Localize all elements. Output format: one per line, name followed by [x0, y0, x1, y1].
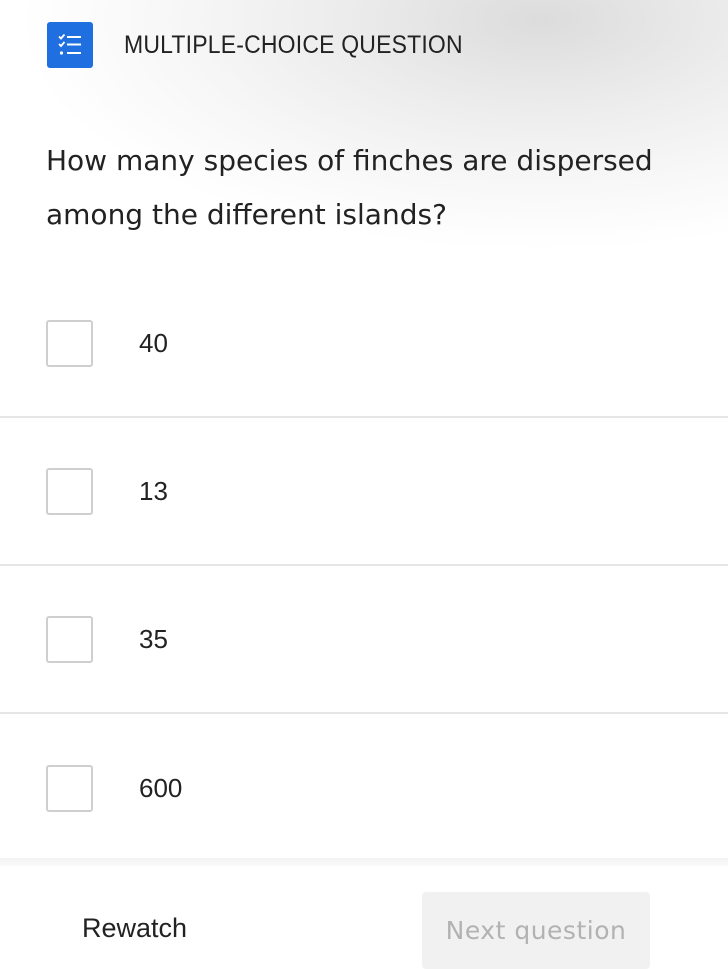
answer-label: 35 — [139, 623, 168, 654]
answer-checkbox[interactable] — [46, 615, 93, 663]
answer-option[interactable]: 35 — [0, 566, 728, 714]
question-text: How many species of finches are disperse… — [46, 144, 653, 231]
answer-checkbox[interactable] — [46, 319, 93, 367]
answer-option[interactable]: 600 — [0, 714, 728, 862]
answer-option[interactable]: 40 — [0, 270, 728, 418]
rewatch-button[interactable]: Rewatch — [82, 913, 187, 944]
answer-label: 600 — [139, 772, 183, 803]
checklist-icon — [58, 33, 81, 55]
answer-options: 40 13 35 600 — [0, 270, 728, 862]
answer-option[interactable]: 13 — [0, 418, 728, 566]
question-type-title: MULTIPLE-CHOICE QUESTION — [124, 30, 463, 59]
answer-label: 13 — [139, 475, 168, 506]
answer-checkbox[interactable] — [46, 764, 93, 812]
footer-divider — [0, 858, 728, 866]
answer-label: 40 — [139, 327, 168, 358]
next-question-button[interactable]: Next question — [422, 892, 650, 969]
question-type-badge — [47, 22, 93, 68]
answer-checkbox[interactable] — [46, 467, 93, 515]
question-header: MULTIPLE-CHOICE QUESTION — [47, 22, 492, 68]
